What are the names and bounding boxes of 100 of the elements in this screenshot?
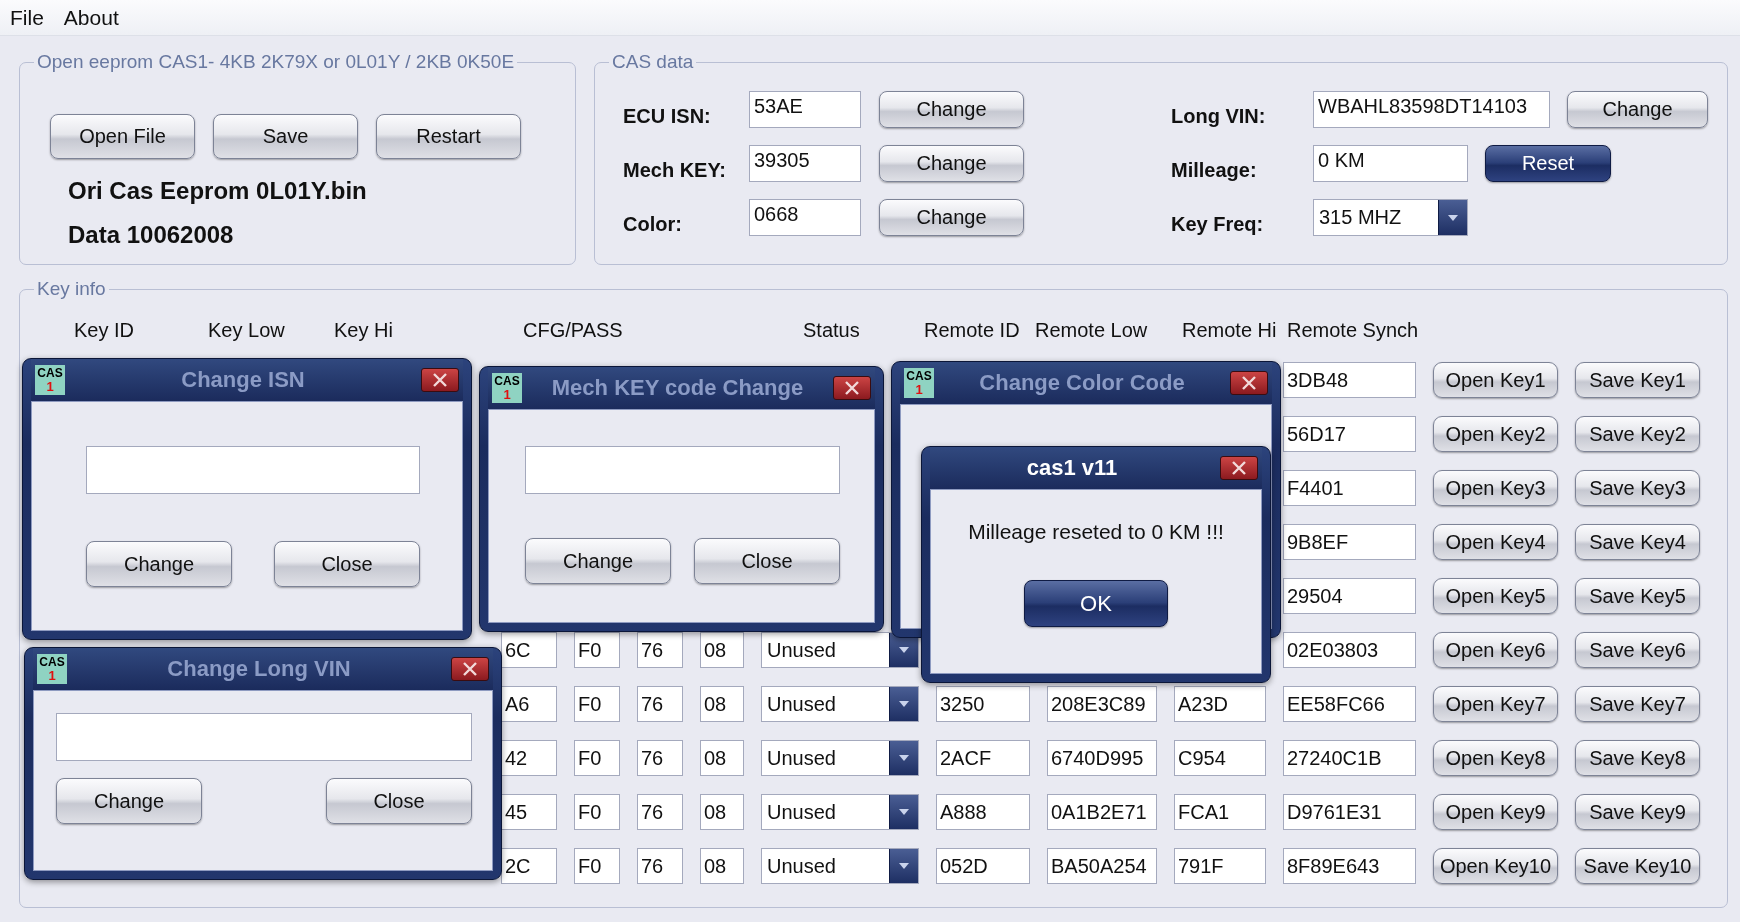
dropdown[interactable]: Unused: [761, 740, 919, 776]
key-field[interactable]: 3250: [936, 686, 1030, 722]
key-field[interactable]: 42: [501, 740, 557, 776]
text-field[interactable]: WBAHL83598DT14103: [1313, 91, 1550, 128]
key-field[interactable]: F0: [574, 740, 620, 776]
open-key-button[interactable]: Open Key2: [1433, 416, 1558, 452]
key-field[interactable]: 6740D995: [1047, 740, 1157, 776]
key-field[interactable]: 791F: [1174, 848, 1266, 884]
key-field[interactable]: 76: [637, 848, 683, 884]
save-key-button[interactable]: Save Key2: [1575, 416, 1700, 452]
key-field[interactable]: F4401: [1283, 470, 1416, 506]
input-field[interactable]: [86, 446, 420, 494]
close-button[interactable]: [1230, 371, 1268, 395]
key-field[interactable]: F0: [574, 632, 620, 668]
dropdown[interactable]: Unused: [761, 794, 919, 830]
key-field[interactable]: F0: [574, 794, 620, 830]
action-button[interactable]: Reset: [1485, 145, 1611, 182]
key-field[interactable]: 208E3C89: [1047, 686, 1157, 722]
dialog-button[interactable]: Close: [326, 778, 472, 824]
action-button[interactable]: Change: [1567, 91, 1708, 128]
action-button[interactable]: Change: [879, 199, 1024, 236]
text-field[interactable]: 0 KM: [1313, 145, 1468, 182]
key-field[interactable]: 0A1B2E71: [1047, 794, 1157, 830]
dialog-button[interactable]: Change: [86, 541, 232, 587]
key-field[interactable]: 08: [700, 740, 744, 776]
action-button[interactable]: Save: [213, 114, 358, 159]
dialog-button[interactable]: Close: [274, 541, 420, 587]
key-field[interactable]: F0: [574, 848, 620, 884]
key-field[interactable]: 08: [700, 686, 744, 722]
key-field[interactable]: 052D: [936, 848, 1030, 884]
dropdown[interactable]: Unused: [761, 848, 919, 884]
open-key-button[interactable]: Open Key1: [1433, 362, 1558, 398]
open-key-button[interactable]: Open Key6: [1433, 632, 1558, 668]
key-field[interactable]: BA50A254: [1047, 848, 1157, 884]
save-key-button[interactable]: Save Key3: [1575, 470, 1700, 506]
text-field[interactable]: 0668: [749, 199, 861, 236]
dialog-button[interactable]: Change: [525, 538, 671, 584]
close-button[interactable]: [451, 657, 489, 681]
close-button[interactable]: [833, 376, 871, 400]
save-key-button[interactable]: Save Key9: [1575, 794, 1700, 830]
action-button[interactable]: Restart: [376, 114, 521, 159]
key-field[interactable]: 76: [637, 740, 683, 776]
dialog-button[interactable]: Change: [56, 778, 202, 824]
close-button[interactable]: [1220, 456, 1258, 480]
close-icon: [462, 662, 478, 676]
key-field[interactable]: 6C: [501, 632, 557, 668]
open-key-button[interactable]: Open Key9: [1433, 794, 1558, 830]
key-field[interactable]: 9B8EF: [1283, 524, 1416, 560]
save-key-button[interactable]: Save Key5: [1575, 578, 1700, 614]
key-field[interactable]: 8F89E643: [1283, 848, 1416, 884]
open-key-button[interactable]: Open Key4: [1433, 524, 1558, 560]
dialog-title: Change Long VIN: [166, 656, 352, 682]
action-button[interactable]: Open File: [50, 114, 195, 159]
save-key-button[interactable]: Save Key10: [1575, 848, 1700, 884]
key-field[interactable]: 76: [637, 632, 683, 668]
open-key-button[interactable]: Open Key5: [1433, 578, 1558, 614]
save-key-button[interactable]: Save Key6: [1575, 632, 1700, 668]
save-key-button[interactable]: Save Key1: [1575, 362, 1700, 398]
key-field[interactable]: FCA1: [1174, 794, 1266, 830]
key-field[interactable]: A23D: [1174, 686, 1266, 722]
key-field[interactable]: A6: [501, 686, 557, 722]
key-field[interactable]: 56D17: [1283, 416, 1416, 452]
dialog-button[interactable]: OK: [1024, 580, 1168, 627]
text-field[interactable]: 53AE: [749, 91, 861, 128]
key-field[interactable]: 2ACF: [936, 740, 1030, 776]
key-field[interactable]: 2C: [501, 848, 557, 884]
input-field[interactable]: [56, 713, 472, 761]
input-field[interactable]: [525, 446, 840, 494]
key-field[interactable]: 08: [700, 848, 744, 884]
key-field[interactable]: 76: [637, 794, 683, 830]
save-key-button[interactable]: Save Key8: [1575, 740, 1700, 776]
menu-item[interactable]: File: [0, 3, 54, 32]
key-field[interactable]: 08: [700, 794, 744, 830]
key-field[interactable]: 45: [501, 794, 557, 830]
key-field[interactable]: 08: [700, 632, 744, 668]
dropdown[interactable]: Unused: [761, 632, 919, 668]
dropdown[interactable]: Unused: [761, 686, 919, 722]
action-button[interactable]: Change: [879, 91, 1024, 128]
key-field[interactable]: A888: [936, 794, 1030, 830]
menu-item[interactable]: About: [53, 3, 129, 32]
key-field[interactable]: C954: [1174, 740, 1266, 776]
dialog-button[interactable]: Close: [694, 538, 840, 584]
close-button[interactable]: [421, 368, 459, 392]
key-field[interactable]: D9761E31: [1283, 794, 1416, 830]
key-field[interactable]: 29504: [1283, 578, 1416, 614]
action-button[interactable]: Change: [879, 145, 1024, 182]
key-field[interactable]: F0: [574, 686, 620, 722]
save-key-button[interactable]: Save Key7: [1575, 686, 1700, 722]
open-key-button[interactable]: Open Key10: [1433, 848, 1558, 884]
text-field[interactable]: 39305: [749, 145, 861, 182]
open-key-button[interactable]: Open Key3: [1433, 470, 1558, 506]
save-key-button[interactable]: Save Key4: [1575, 524, 1700, 560]
open-key-button[interactable]: Open Key7: [1433, 686, 1558, 722]
key-field[interactable]: 3DB48: [1283, 362, 1416, 398]
open-key-button[interactable]: Open Key8: [1433, 740, 1558, 776]
key-field[interactable]: 02E03803: [1283, 632, 1416, 668]
dropdown[interactable]: 315 MHZ: [1313, 199, 1468, 236]
key-field[interactable]: EE58FC66: [1283, 686, 1416, 722]
key-field[interactable]: 27240C1B: [1283, 740, 1416, 776]
key-field[interactable]: 76: [637, 686, 683, 722]
